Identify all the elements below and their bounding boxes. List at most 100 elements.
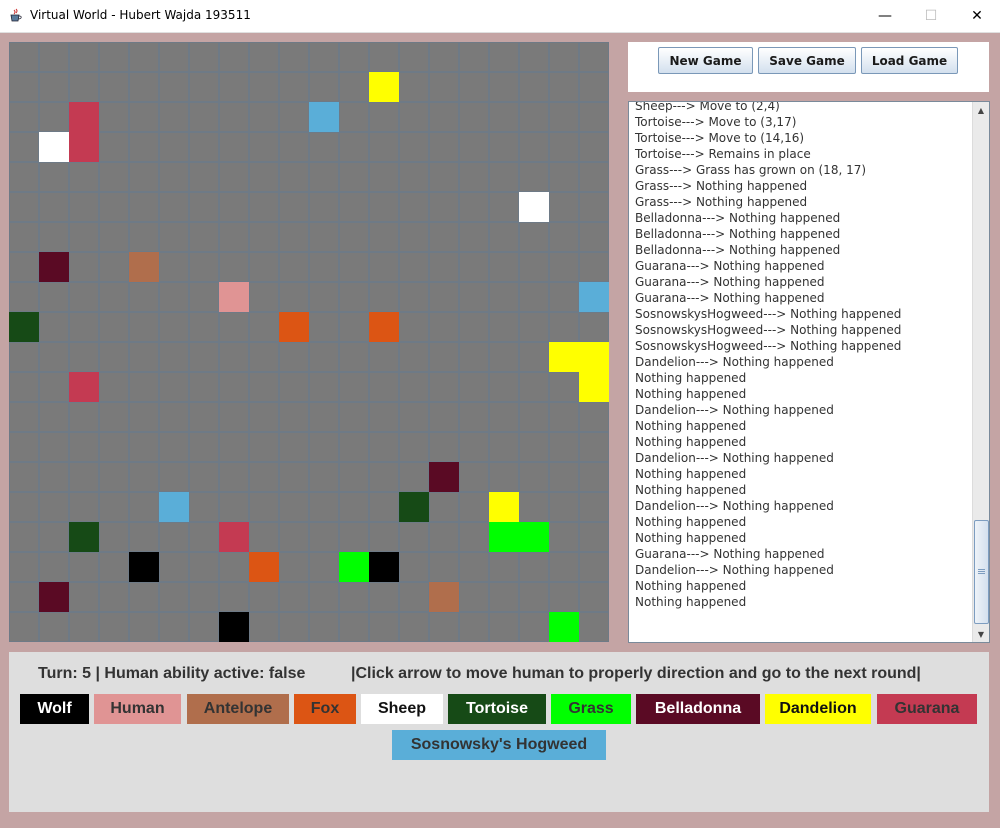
event-log[interactable]: Sheep---> Move to (2,4) Tortoise---> Move… xyxy=(628,101,990,643)
turn-status: Turn: 5 | Human ability active: false xyxy=(38,665,306,682)
empty-cell xyxy=(160,163,188,191)
empty-cell xyxy=(250,583,278,611)
empty-cell xyxy=(340,313,368,341)
empty-cell xyxy=(10,433,38,461)
load-game-button[interactable]: Load Game xyxy=(861,47,958,74)
empty-cell xyxy=(190,433,218,461)
log-line: Dandelion---> Nothing happened xyxy=(635,499,834,513)
empty-cell xyxy=(460,433,488,461)
close-button[interactable]: ✕ xyxy=(954,0,1000,32)
empty-cell xyxy=(340,223,368,251)
empty-cell xyxy=(370,133,398,161)
empty-cell xyxy=(10,193,38,221)
scrollbar-thumb[interactable] xyxy=(974,520,989,624)
empty-cell xyxy=(70,163,98,191)
empty-cell xyxy=(280,523,308,551)
empty-cell xyxy=(340,493,368,521)
empty-cell xyxy=(190,403,218,431)
organism-tortoise xyxy=(399,492,429,522)
empty-cell xyxy=(70,613,98,641)
empty-cell xyxy=(280,253,308,281)
empty-cell xyxy=(70,73,98,101)
organism-fox xyxy=(249,552,279,582)
empty-cell xyxy=(580,103,608,131)
log-scrollbar[interactable]: ▲ ▼ xyxy=(972,102,989,642)
empty-cell xyxy=(460,373,488,401)
empty-cell xyxy=(130,313,158,341)
empty-cell xyxy=(460,613,488,641)
organism-guarana xyxy=(69,372,99,402)
scroll-up-arrow-icon[interactable]: ▲ xyxy=(973,102,989,118)
empty-cell xyxy=(340,463,368,491)
empty-cell xyxy=(220,493,248,521)
empty-cell xyxy=(250,283,278,311)
empty-cell xyxy=(370,343,398,371)
empty-cell xyxy=(70,553,98,581)
scroll-down-arrow-icon[interactable]: ▼ xyxy=(973,626,989,642)
empty-cell xyxy=(160,133,188,161)
empty-cell xyxy=(280,133,308,161)
empty-cell xyxy=(220,103,248,131)
empty-cell xyxy=(430,403,458,431)
empty-cell xyxy=(400,583,428,611)
empty-cell xyxy=(40,163,68,191)
empty-cell xyxy=(430,253,458,281)
empty-cell xyxy=(520,73,548,101)
empty-cell xyxy=(130,433,158,461)
empty-cell xyxy=(310,523,338,551)
maximize-button[interactable]: ☐ xyxy=(908,0,954,32)
organism-grass xyxy=(339,552,369,582)
new-game-button[interactable]: New Game xyxy=(658,47,753,74)
empty-cell xyxy=(160,373,188,401)
log-line: SosnowskysHogweed---> Nothing happened xyxy=(635,307,902,321)
empty-cell xyxy=(160,43,188,71)
organism-guarana xyxy=(69,132,99,162)
log-line: Dandelion---> Nothing happened xyxy=(635,563,834,577)
log-line: Guarana---> Nothing happened xyxy=(635,291,825,305)
empty-cell xyxy=(400,73,428,101)
empty-cell xyxy=(220,163,248,191)
empty-cell xyxy=(190,373,218,401)
empty-cell xyxy=(160,193,188,221)
empty-cell xyxy=(40,73,68,101)
minimize-button[interactable]: — xyxy=(862,0,908,32)
legend-human: Human xyxy=(94,694,181,724)
empty-cell xyxy=(550,253,578,281)
empty-cell xyxy=(400,43,428,71)
empty-cell xyxy=(280,73,308,101)
empty-cell xyxy=(430,613,458,641)
empty-cell xyxy=(580,493,608,521)
empty-cell xyxy=(400,133,428,161)
empty-cell xyxy=(100,313,128,341)
empty-cell xyxy=(400,403,428,431)
empty-cell xyxy=(100,523,128,551)
empty-cell xyxy=(100,133,128,161)
empty-cell xyxy=(370,613,398,641)
empty-cell xyxy=(220,313,248,341)
empty-cell xyxy=(100,43,128,71)
window-titlebar: Virtual World - Hubert Wajda 193511 — ☐ … xyxy=(0,0,1000,33)
save-game-button[interactable]: Save Game xyxy=(758,47,856,74)
empty-cell xyxy=(190,133,218,161)
log-line: Dandelion---> Nothing happened xyxy=(635,451,834,465)
empty-cell xyxy=(580,613,608,641)
empty-cell xyxy=(10,253,38,281)
empty-cell xyxy=(400,313,428,341)
empty-cell xyxy=(430,283,458,311)
empty-cell xyxy=(370,493,398,521)
empty-cell xyxy=(160,103,188,131)
empty-cell xyxy=(160,613,188,641)
empty-cell xyxy=(40,463,68,491)
empty-cell xyxy=(160,283,188,311)
world-board[interactable] xyxy=(9,42,609,642)
empty-cell xyxy=(40,103,68,131)
empty-cell xyxy=(10,103,38,131)
empty-cell xyxy=(220,223,248,251)
empty-cell xyxy=(520,583,548,611)
empty-cell xyxy=(280,403,308,431)
empty-cell xyxy=(220,73,248,101)
empty-cell xyxy=(550,523,578,551)
empty-cell xyxy=(520,343,548,371)
empty-cell xyxy=(370,463,398,491)
empty-cell xyxy=(190,73,218,101)
